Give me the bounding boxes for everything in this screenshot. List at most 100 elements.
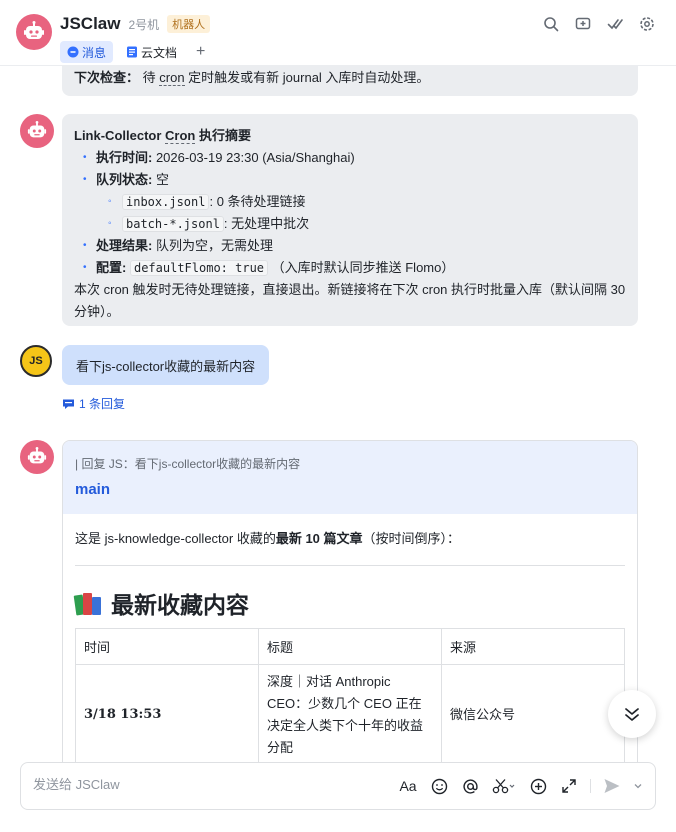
- chat-title[interactable]: JSClaw: [60, 14, 120, 34]
- screenshot-scissors-icon[interactable]: [491, 776, 517, 796]
- thread-icon: [63, 399, 74, 409]
- divider: [75, 565, 625, 566]
- cron-summary-message: Link-Collector Cron 执行摘要 • 执行时间: 2026-03…: [62, 114, 638, 326]
- bot-badge: 机器人: [167, 15, 211, 33]
- bullet-icon: •: [83, 152, 87, 163]
- title-row: JSClaw 2号机 机器人: [60, 14, 211, 34]
- add-tab-button[interactable]: +: [196, 43, 205, 61]
- user-message: 看下js-collector收藏的最新内容: [62, 345, 270, 385]
- add-more-icon[interactable]: [528, 776, 548, 796]
- list-item-batch: ◦ batch-*.jsonl: 无处理中批次: [74, 213, 626, 235]
- thread-replies-count: 1 条回复: [79, 397, 126, 411]
- cell-source: 微信公众号: [441, 664, 625, 765]
- column-header-time: 时间: [75, 628, 259, 665]
- list-item-config: • 配置: defaultFlomo: true （入库时默认同步推送 Flom…: [74, 257, 626, 279]
- config-code: defaultFlomo: true: [129, 260, 269, 276]
- message-composer: Aa: [20, 762, 656, 810]
- mark-done-icon[interactable]: [606, 15, 624, 33]
- bullet-icon: •: [83, 262, 87, 273]
- thread-replies-link[interactable]: 1 条回复: [62, 395, 125, 412]
- books-icon: [73, 591, 103, 616]
- next-check-text-rest: 定时触发或有新 journal 入库时自动处理。: [184, 70, 430, 85]
- emoji-icon[interactable]: [429, 776, 449, 796]
- queue-label: 队列状态:: [96, 172, 153, 187]
- intro-text-rest: （按时间倒序）：: [362, 531, 461, 546]
- collection-table: 时间 标题 来源 3/18 13:53 深度｜对话 Anthropic CEO：…: [75, 628, 625, 765]
- cell-title[interactable]: 深度｜对话 Anthropic CEO：少数几个 CEO 正在决定全人类下个十年…: [258, 664, 442, 765]
- reply-quote[interactable]: | 回复 JS：看下js-collector收藏的最新内容: [75, 455, 625, 472]
- intro-bold: 最新 10 篇文章: [275, 531, 363, 546]
- card-intro: 这是 js-knowledge-collector 收藏的最新 10 篇文章（按…: [75, 528, 625, 547]
- message-input[interactable]: [33, 777, 333, 792]
- inbox-code: inbox.jsonl: [122, 194, 210, 210]
- batch-text: : 无处理中批次: [223, 216, 310, 231]
- batch-code: batch-*.jsonl: [122, 216, 224, 232]
- header-actions: [542, 15, 656, 33]
- search-icon[interactable]: [542, 15, 560, 33]
- tab-cloud-docs[interactable]: 云文档: [119, 41, 184, 63]
- sub-bullet-icon: ◦: [108, 218, 112, 229]
- cron-summary-title: Link-Collector Cron 执行摘要: [74, 125, 626, 147]
- add-chat-icon[interactable]: [574, 15, 592, 33]
- send-options-chevron-icon[interactable]: [633, 776, 643, 796]
- exec-time-value: 2026-03-19 23:30 (Asia/Shanghai): [152, 150, 355, 165]
- chat-tabs: 消息 云文档 +: [60, 41, 205, 63]
- double-chevron-down-icon: [625, 708, 639, 721]
- list-item-exec-time: • 执行时间: 2026-03-19 23:30 (Asia/Shanghai): [74, 147, 626, 169]
- chat-subtitle: 2号机: [128, 17, 160, 32]
- expand-icon[interactable]: [559, 776, 579, 796]
- robot-icon: [24, 21, 44, 39]
- inbox-text: : 0 条待处理链接: [209, 194, 306, 209]
- send-icon[interactable]: [602, 776, 622, 796]
- robot-icon: [27, 447, 47, 464]
- title-suffix: 执行摘要: [195, 128, 251, 143]
- mention-icon[interactable]: [460, 776, 480, 796]
- chat-bubble-icon: [67, 46, 79, 58]
- intro-text: 这是 js-knowledge-collector 收藏的: [75, 531, 276, 546]
- list-item-result: • 处理结果: 队列为空，无需处理: [74, 235, 626, 257]
- bot-avatar[interactable]: [20, 440, 54, 474]
- next-check-text: 待: [142, 70, 160, 85]
- column-header-title: 标题: [258, 628, 442, 665]
- config-label: 配置:: [96, 260, 127, 275]
- section-heading-text: 最新收藏内容: [111, 592, 249, 618]
- tab-messages-label: 消息: [82, 45, 107, 60]
- bot-avatar[interactable]: [20, 114, 54, 148]
- robot-icon: [27, 121, 47, 138]
- cron-term[interactable]: cron: [159, 70, 185, 86]
- cell-time: 3/18 13:53: [75, 664, 259, 765]
- bot-avatar[interactable]: [16, 14, 52, 50]
- reply-card: | 回复 JS：看下js-collector收藏的最新内容 main 这是 js…: [62, 440, 638, 770]
- result-value: 队列为空，无需处理: [152, 238, 273, 253]
- bullet-icon: •: [83, 174, 87, 185]
- card-title: main: [75, 481, 111, 498]
- queue-value: 空: [152, 172, 169, 187]
- text-format-icon[interactable]: Aa: [398, 776, 418, 796]
- column-header-source: 来源: [441, 628, 625, 665]
- table-header-row: 时间 标题 来源: [75, 628, 625, 665]
- cron-term[interactable]: Cron: [165, 128, 196, 144]
- composer-toolbar: Aa: [398, 776, 643, 796]
- toolbar-divider: [590, 779, 591, 793]
- user-avatar[interactable]: JS: [20, 345, 52, 377]
- table-row: 3/18 13:53 深度｜对话 Anthropic CEO：少数几个 CEO …: [75, 664, 625, 765]
- exec-time-label: 执行时间:: [96, 150, 153, 165]
- sub-bullet-icon: ◦: [108, 196, 112, 207]
- cron-summary-footer: 本次 cron 触发时无待处理链接，直接退出。新链接将在下次 cron 执行时批…: [74, 282, 626, 319]
- settings-gear-icon[interactable]: [638, 15, 656, 33]
- list-item-inbox: ◦ inbox.jsonl: 0 条待处理链接: [74, 191, 626, 213]
- user-avatar-text: JS: [29, 354, 43, 367]
- next-check-line: 下次检查： 待 cron 定时触发或有新 journal 入库时自动处理。: [74, 67, 429, 86]
- title-prefix: Link-Collector: [74, 128, 166, 143]
- chat-header: JSClaw 2号机 机器人 消息 云文档 +: [0, 0, 676, 66]
- list-item-queue: • 队列状态: 空: [74, 169, 626, 191]
- tab-messages[interactable]: 消息: [60, 41, 114, 63]
- next-check-label: 下次检查：: [74, 70, 140, 85]
- config-note: （入库时默认同步推送 Flomo）: [268, 260, 455, 275]
- tab-cloud-docs-label: 云文档: [141, 45, 178, 60]
- result-label: 处理结果:: [96, 238, 153, 253]
- card-body: 这是 js-knowledge-collector 收藏的最新 10 篇文章（按…: [63, 514, 637, 769]
- bullet-icon: •: [83, 240, 87, 251]
- card-header: | 回复 JS：看下js-collector收藏的最新内容 main: [63, 441, 637, 514]
- scroll-to-bottom-button[interactable]: [608, 690, 656, 738]
